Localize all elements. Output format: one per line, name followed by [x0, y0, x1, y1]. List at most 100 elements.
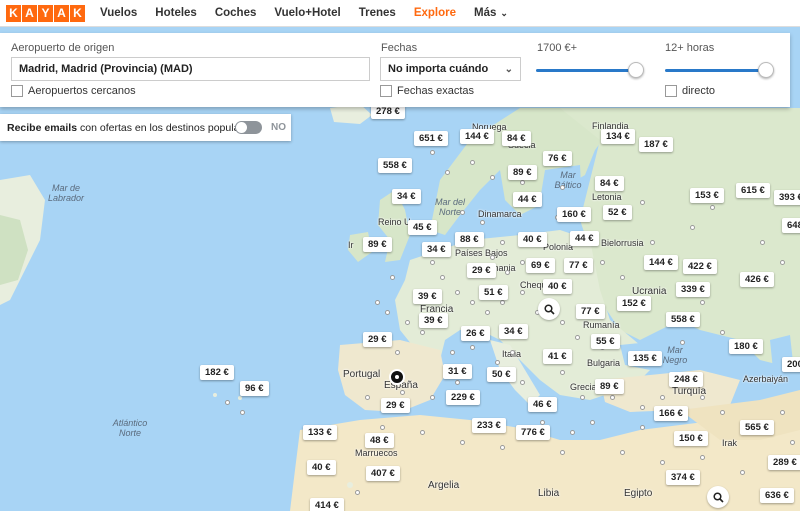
airport-dot[interactable]: [700, 395, 705, 400]
airport-dot[interactable]: [225, 400, 230, 405]
airport-dot[interactable]: [480, 220, 485, 225]
price-marker[interactable]: 144 €: [644, 255, 678, 270]
price-marker[interactable]: 76 €: [543, 151, 572, 166]
airport-dot[interactable]: [505, 270, 510, 275]
price-marker[interactable]: 77 €: [564, 258, 593, 273]
duration-slider-thumb[interactable]: [758, 62, 774, 78]
price-marker[interactable]: 135 €: [628, 351, 662, 366]
price-marker[interactable]: 229 €: [446, 390, 480, 405]
price-marker[interactable]: 29 €: [381, 398, 410, 413]
airport-dot[interactable]: [455, 290, 460, 295]
price-marker[interactable]: 52 €: [603, 205, 632, 220]
airport-dot[interactable]: [660, 460, 665, 465]
price-marker[interactable]: 153 €: [690, 188, 724, 203]
price-marker[interactable]: 84 €: [595, 176, 624, 191]
price-marker[interactable]: 248 €: [669, 372, 703, 387]
airport-dot[interactable]: [495, 360, 500, 365]
airport-dot[interactable]: [430, 395, 435, 400]
price-marker[interactable]: 34 €: [422, 242, 451, 257]
price-marker[interactable]: 615 €: [736, 183, 770, 198]
price-marker[interactable]: 558 €: [378, 158, 412, 173]
price-marker[interactable]: 89 €: [595, 379, 624, 394]
price-marker[interactable]: 558 €: [666, 312, 700, 327]
airport-dot[interactable]: [780, 260, 785, 265]
airport-dot[interactable]: [490, 175, 495, 180]
airport-dot[interactable]: [240, 410, 245, 415]
airport-dot[interactable]: [445, 170, 450, 175]
price-marker[interactable]: 29 €: [467, 263, 496, 278]
price-marker[interactable]: 84 €: [502, 131, 531, 146]
price-marker[interactable]: 180 €: [729, 339, 763, 354]
nav-vuelo-hotel[interactable]: Vuelo+Hotel: [274, 7, 340, 19]
price-marker[interactable]: 166 €: [654, 406, 688, 421]
price-marker[interactable]: 69 €: [526, 258, 555, 273]
airport-dot[interactable]: [600, 260, 605, 265]
price-slider-thumb[interactable]: [628, 62, 644, 78]
airport-dot[interactable]: [400, 390, 405, 395]
airport-dot[interactable]: [620, 450, 625, 455]
origin-airport-input[interactable]: [11, 57, 370, 81]
airport-dot[interactable]: [450, 350, 455, 355]
airport-dot[interactable]: [395, 350, 400, 355]
airport-dot[interactable]: [790, 440, 795, 445]
email-toggle[interactable]: [235, 121, 262, 134]
price-marker[interactable]: 44 €: [570, 231, 599, 246]
kayak-logo[interactable]: K A Y A K: [6, 4, 86, 22]
airport-dot[interactable]: [520, 380, 525, 385]
price-marker[interactable]: 200 €: [782, 357, 800, 372]
airport-dot[interactable]: [690, 225, 695, 230]
airport-dot[interactable]: [520, 260, 525, 265]
airport-dot[interactable]: [720, 410, 725, 415]
price-marker[interactable]: 393 €: [774, 190, 800, 205]
price-marker[interactable]: 34 €: [392, 189, 421, 204]
airport-dot[interactable]: [590, 420, 595, 425]
price-marker[interactable]: 150 €: [674, 431, 708, 446]
airport-dot[interactable]: [490, 255, 495, 260]
price-marker[interactable]: 77 €: [576, 304, 605, 319]
airport-dot[interactable]: [520, 290, 525, 295]
airport-dot[interactable]: [405, 320, 410, 325]
airport-dot[interactable]: [700, 455, 705, 460]
airport-dot[interactable]: [560, 185, 565, 190]
airport-dot[interactable]: [570, 430, 575, 435]
price-marker[interactable]: 41 €: [543, 349, 572, 364]
price-marker[interactable]: 48 €: [365, 433, 394, 448]
nav-explore[interactable]: Explore: [414, 7, 456, 19]
price-marker[interactable]: 339 €: [676, 282, 710, 297]
airport-dot[interactable]: [380, 425, 385, 430]
airport-dot[interactable]: [500, 300, 505, 305]
airport-dot[interactable]: [560, 370, 565, 375]
airport-dot[interactable]: [510, 350, 515, 355]
airport-dot[interactable]: [485, 310, 490, 315]
airport-dot[interactable]: [430, 260, 435, 265]
price-marker[interactable]: 648 €: [782, 218, 800, 233]
price-marker[interactable]: 407 €: [366, 466, 400, 481]
airport-dot[interactable]: [640, 425, 645, 430]
price-marker[interactable]: 26 €: [461, 326, 490, 341]
airport-dot[interactable]: [720, 330, 725, 335]
price-marker[interactable]: 89 €: [508, 165, 537, 180]
airport-dot[interactable]: [575, 335, 580, 340]
airport-dot[interactable]: [700, 300, 705, 305]
airport-dot[interactable]: [385, 310, 390, 315]
price-marker[interactable]: 34 €: [499, 324, 528, 339]
price-marker[interactable]: 160 €: [557, 207, 591, 222]
price-marker[interactable]: 426 €: [740, 272, 774, 287]
price-marker[interactable]: 565 €: [740, 420, 774, 435]
price-marker[interactable]: 55 €: [591, 334, 620, 349]
airport-dot[interactable]: [520, 180, 525, 185]
airport-dot[interactable]: [710, 205, 715, 210]
exact-dates-checkbox[interactable]: Fechas exactas: [380, 85, 474, 97]
price-marker[interactable]: 414 €: [310, 498, 344, 511]
nav-mas[interactable]: Más ⌄: [474, 7, 508, 19]
price-marker[interactable]: 39 €: [413, 289, 442, 304]
price-marker[interactable]: 51 €: [479, 285, 508, 300]
price-marker[interactable]: 144 €: [460, 129, 494, 144]
price-slider[interactable]: [536, 62, 644, 78]
airport-dot[interactable]: [460, 440, 465, 445]
nav-vuelos[interactable]: Vuelos: [100, 7, 137, 19]
price-marker[interactable]: 31 €: [443, 364, 472, 379]
nav-hoteles[interactable]: Hoteles: [155, 7, 197, 19]
duration-slider[interactable]: [665, 62, 774, 78]
airport-dot[interactable]: [610, 395, 615, 400]
